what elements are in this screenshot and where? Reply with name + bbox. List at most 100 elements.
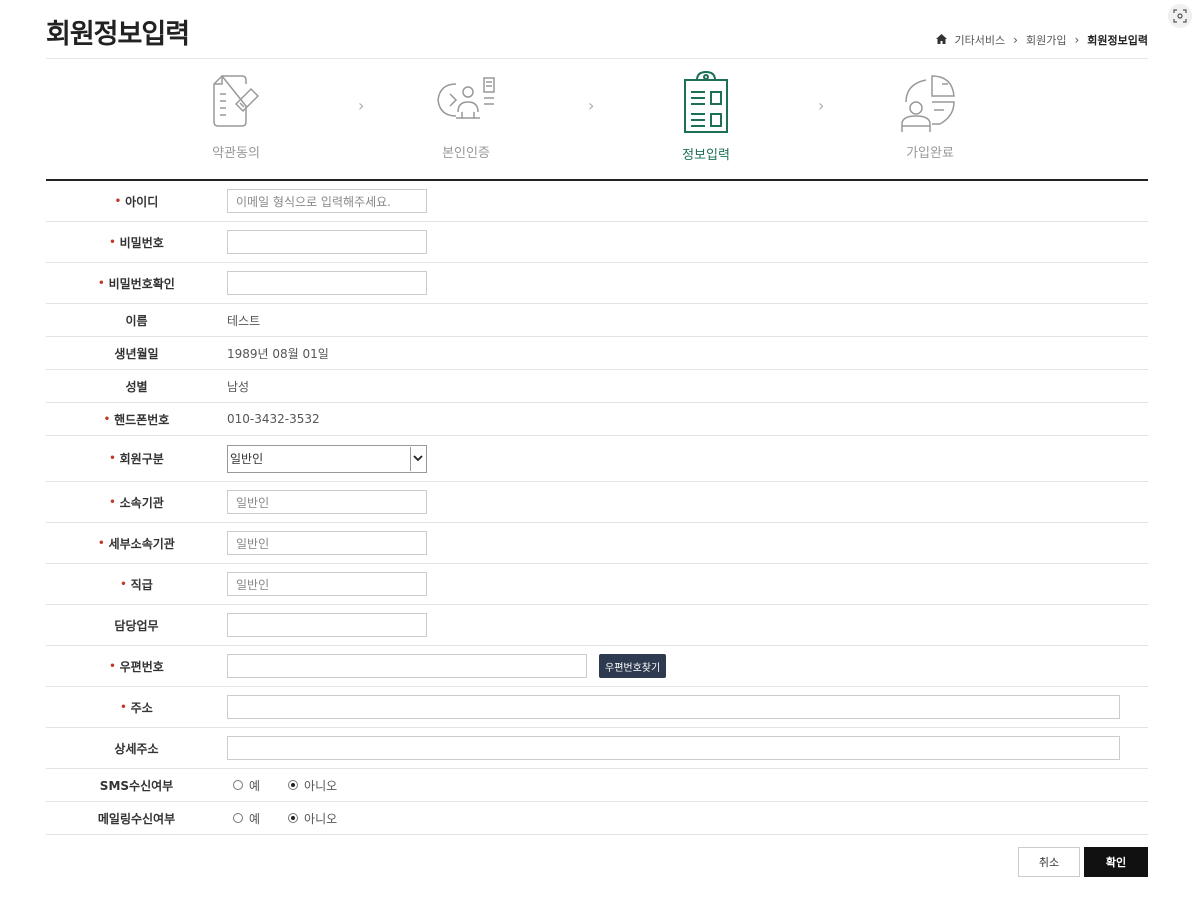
join-steps: 약관동의 › 본인인증 › 정보입력 › 가입완료 [46,70,1148,170]
breadcrumb-item-current: 회원정보입력 [1087,34,1148,47]
form-row-password-confirm: • 비밀번호확인 [46,263,1148,304]
form-actions: 취소 확인 [1018,847,1148,877]
form-row-org: • 소속기관 일반인 [46,482,1148,523]
required-mark: • [98,537,105,549]
field-label: • 우편번호 [109,659,164,674]
form-row-sms: SMS수신여부 예 아니오 [46,769,1148,802]
breadcrumb-item-etc[interactable]: 기타서비스 [955,32,1006,48]
screenshot-icon[interactable] [1168,4,1192,28]
required-mark: • [109,453,116,464]
field-label: SMS수신여부 [99,778,174,793]
step-label: 정보입력 [682,148,730,163]
field-label: • 비밀번호 [109,235,164,250]
radio-unchecked-icon [233,813,243,823]
sms-no-radio[interactable]: 아니오 [282,777,337,794]
duty-input[interactable] [227,613,427,637]
radio-unchecked-icon [233,780,243,790]
address-input[interactable] [227,695,1120,719]
required-mark: • [109,660,116,672]
chevron-right-icon: › [818,96,825,115]
field-label: • 회원구분 [109,452,164,466]
position-input[interactable]: 일반인 [227,572,427,596]
member-type-select[interactable]: 일반인 [227,444,427,473]
step-verify: 본인인증 [406,70,526,161]
form-row-address: • 주소 [46,687,1148,728]
required-mark: • [98,277,105,289]
chevron-right-icon: › [1013,33,1018,47]
clipboard-form-icon [684,70,728,133]
field-label: • 주소 [120,700,153,715]
password-input[interactable] [227,230,427,254]
zip-search-button[interactable]: 우편번호찾기 [599,654,667,678]
form-row-phone: • 핸드폰번호 010-3432-3532 [46,403,1148,436]
breadcrumb-item-join[interactable]: 회원가입 [1026,32,1066,48]
radio-checked-icon [288,813,299,823]
cancel-button[interactable]: 취소 [1018,847,1080,877]
step-label: 약관동의 [212,146,260,161]
chevron-right-icon: › [1074,33,1080,47]
required-mark: • [109,496,116,508]
breadcrumb: 기타서비스 › 회원가입 › 회원정보입력 [935,32,1148,48]
birth-value: 1989년 08월 01일 [227,346,329,361]
confirm-button[interactable]: 확인 [1084,847,1148,877]
chevron-right-icon: › [358,96,365,115]
page-title: 회원정보입력 [46,19,190,50]
field-label: • 직급 [120,577,153,592]
required-mark: • [109,236,116,248]
form-row-gender: 성별 남성 [46,370,1148,403]
form-row-id: • 아이디 이메일 형식으로 입력해주세요. [46,181,1148,222]
field-label: • 세부소속기관 [98,536,175,551]
field-label: • 소속기관 [109,495,164,510]
field-label: 성별 [125,379,148,394]
mail-no-radio[interactable]: 아니오 [282,810,337,827]
phone-value: 010-3432-3532 [227,412,320,426]
field-label: 담당업무 [114,618,159,633]
step-label: 본인인증 [442,146,490,161]
field-label: 메일링수신여부 [97,811,176,826]
step-label: 가입완료 [906,146,954,161]
required-mark: • [103,413,111,425]
id-input[interactable]: 이메일 형식으로 입력해주세요. [227,189,427,213]
home-icon[interactable] [935,33,947,47]
field-label: 이름 [125,313,148,328]
document-check-icon [213,74,260,127]
title-divider [46,58,1148,59]
form-row-member-type: • 회원구분 일반인 [46,436,1148,482]
chevron-down-icon[interactable] [410,446,425,471]
zip-input[interactable] [227,654,587,678]
chevron-right-icon: › [588,96,595,115]
select-value: 일반인 [230,452,264,466]
sub-org-input[interactable]: 일반인 [227,531,427,555]
sms-yes-radio[interactable]: 예 [227,777,260,794]
field-label: 생년월일 [114,346,159,361]
required-mark: • [120,578,127,590]
member-info-form: • 아이디 이메일 형식으로 입력해주세요. • 비밀번호 • 비밀번호확인 이름 테… [46,179,1148,835]
radio-checked-icon [288,780,299,790]
form-row-mailing: 메일링수신여부 예 아니오 [46,802,1148,835]
user-chart-icon [901,75,955,132]
org-input[interactable]: 일반인 [227,490,427,514]
field-label: • 핸드폰번호 [103,412,170,427]
form-row-zip: • 우편번호 우편번호찾기 [46,646,1148,687]
field-label: 상세주소 [114,741,159,756]
field-label: • 비밀번호확인 [98,276,175,291]
identity-verify-icon [437,77,495,119]
form-row-birth: 생년월일 1989년 08월 01일 [46,337,1148,370]
form-row-sub-org: • 세부소속기관 일반인 [46,523,1148,564]
form-row-password: • 비밀번호 [46,222,1148,263]
form-row-duty: 담당업무 [46,605,1148,646]
form-row-address-detail: 상세주소 [46,728,1148,769]
step-terms: 약관동의 [176,70,296,161]
field-label: • 아이디 [114,194,159,209]
required-mark: • [120,701,127,713]
gender-value: 남성 [227,379,250,394]
step-info-active: 정보입력 [646,70,766,163]
name-value: 테스트 [227,313,261,328]
form-row-position: • 직급 일반인 [46,564,1148,605]
step-complete: 가입완료 [870,70,990,161]
form-row-name: 이름 테스트 [46,304,1148,337]
mail-yes-radio[interactable]: 예 [227,810,260,827]
password-confirm-input[interactable] [227,271,427,295]
address-detail-input[interactable] [227,736,1120,760]
required-mark: • [114,195,122,207]
